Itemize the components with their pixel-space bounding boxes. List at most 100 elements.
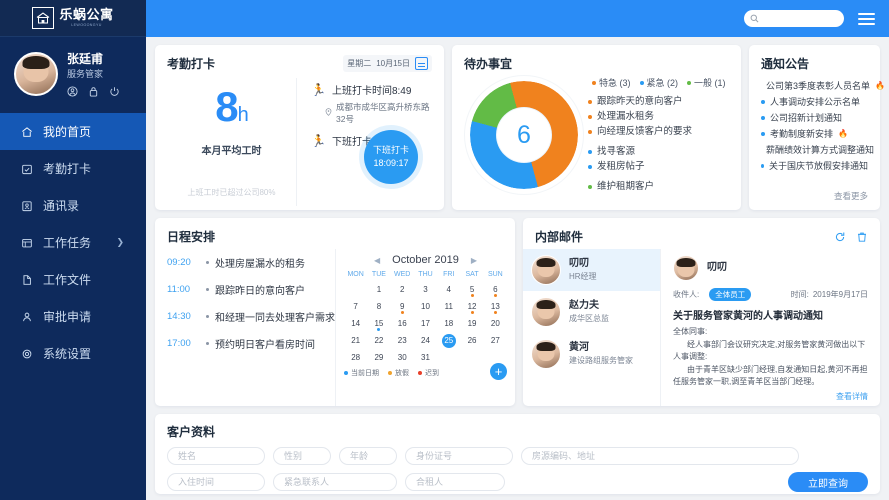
calendar-day[interactable]: 29 [367, 350, 390, 365]
schedule-item[interactable]: 09:20 处理房屋漏水的租务 [167, 255, 335, 270]
legend-late: 迟到 [418, 368, 439, 378]
notice-item[interactable]: 公司招新计划通知 [761, 110, 868, 126]
hot-icon: 🔥 [838, 129, 848, 138]
calendar-day[interactable]: 15 [367, 316, 390, 331]
mail-person-item[interactable]: 赵力夫 成华区总监 [523, 291, 660, 333]
calendar-day[interactable]: 26 [460, 333, 483, 348]
checkin-date-field[interactable] [167, 473, 265, 491]
notice-item[interactable]: 考勤制度新安排 🔥 [761, 126, 868, 142]
gender-field[interactable] [273, 447, 331, 465]
calendar-day[interactable]: 24 [414, 333, 437, 348]
mail-detail-link[interactable]: 查看详情 [836, 391, 868, 402]
brand-name-en: LEWOGONGYU [71, 23, 102, 27]
brand-name-cn: 乐蜗公寓 [59, 7, 114, 22]
schedule-item[interactable]: 17:00 预约明日客户看房时间 [167, 336, 335, 351]
notice-item[interactable]: 关于国庆节放假安排通知 [761, 158, 868, 174]
mail-to-tag: 全体员工 [709, 288, 752, 301]
mail-detail: 叨叨 收件人: 全体员工 时间: 2019年9月17日 关于服务管家黄河的人事调… [661, 249, 880, 406]
calendar-day[interactable]: 27 [484, 333, 507, 348]
calendar-widget: ◀ October 2019 ▶ MON TUE WED THU FRI SAT SUN 1 2… [335, 249, 515, 406]
todo-count: 6 [497, 108, 551, 162]
add-event-button[interactable]: + [490, 363, 507, 380]
notice-item[interactable]: 薪酬绩效计算方式调整通知 [761, 142, 874, 158]
trash-icon[interactable] [856, 231, 868, 243]
calendar-day[interactable]: 19 [460, 316, 483, 331]
id-number-field[interactable] [405, 447, 513, 465]
notice-list: 公司第3季度表彰人员名单 🔥 人事调动安排公示名单 公司招新计划通知 考勤制度新安… [761, 78, 885, 174]
calendar-day[interactable]: 14 [344, 316, 367, 331]
sidebar-item-approval[interactable]: 审批申请 [0, 298, 146, 335]
calendar-day[interactable]: 8 [367, 299, 390, 314]
age-field[interactable] [339, 447, 397, 465]
user-profile[interactable]: 张廷甫 服务管家 [0, 37, 146, 109]
refresh-icon[interactable] [834, 231, 846, 243]
brand-logo[interactable]: 乐蜗公寓 LEWOGONGYU [0, 0, 146, 37]
notice-more-link[interactable]: 查看更多 [834, 190, 868, 202]
calendar-day[interactable]: 30 [391, 350, 414, 365]
calendar-day[interactable]: 13 [484, 299, 507, 314]
calendar-day[interactable]: 9 [391, 299, 414, 314]
todo-item[interactable]: 找寻客源 [588, 144, 729, 159]
calendar-day[interactable]: 21 [344, 333, 367, 348]
property-address-field[interactable] [521, 447, 799, 465]
name-field[interactable] [167, 447, 265, 465]
power-icon[interactable] [109, 86, 120, 97]
lock-icon[interactable] [88, 86, 99, 97]
calendar-day[interactable]: 4 [437, 282, 460, 297]
calendar-day[interactable]: 7 [344, 299, 367, 314]
calendar-day[interactable]: 23 [391, 333, 414, 348]
todo-item[interactable]: 向经理反馈客户的要求 [588, 124, 729, 139]
chevron-right-icon[interactable]: ▶ [471, 256, 477, 265]
sidebar-item-files[interactable]: 工作文件 [0, 261, 146, 298]
sidebar-item-tasks[interactable]: 工作任务 ❯ [0, 224, 146, 261]
calendar-day[interactable]: 10 [414, 299, 437, 314]
calendar-day[interactable]: 18 [437, 316, 460, 331]
mail-person-item[interactable]: 黄河 建设路组服务管家 [523, 333, 660, 375]
calendar-day[interactable]: 2 [391, 282, 414, 297]
calendar-day[interactable]: 12 [460, 299, 483, 314]
calendar-day[interactable]: 28 [344, 350, 367, 365]
todo-item[interactable]: 维护租期客户 [588, 179, 729, 194]
search-input[interactable] [763, 13, 838, 24]
attendance-date[interactable]: 星期二 10月15日 [343, 55, 432, 72]
search-box[interactable] [744, 10, 844, 27]
legend-item: 一般 (1) [687, 76, 726, 89]
punch-time: 18:09:17 [373, 158, 409, 168]
sidebar-item-attendance[interactable]: 考勤打卡 [0, 150, 146, 187]
notice-item[interactable]: 人事调动安排公示名单 [761, 94, 868, 110]
mail-person-item[interactable]: 叨叨 HR经理 [523, 249, 660, 291]
todo-item[interactable]: 处理漏水租务 [588, 109, 729, 124]
sidebar-item-settings[interactable]: 系统设置 [0, 335, 146, 372]
emergency-contact-field[interactable] [273, 473, 397, 491]
calendar-day[interactable]: 17 [414, 316, 437, 331]
punch-out-button[interactable]: 下班打卡 18:09:17 [364, 130, 418, 184]
house-icon [32, 7, 55, 29]
todo-item[interactable]: 跟踪昨天的意向客户 [588, 94, 729, 109]
calendar-day[interactable]: 22 [367, 333, 390, 348]
schedule-card: 日程安排 09:20 处理房屋漏水的租务 11:00 跟踪昨日的意向客户 14:… [155, 218, 515, 406]
schedule-item[interactable]: 14:30 和经理一同去处理客户需求 [167, 309, 335, 324]
user-circle-icon[interactable] [67, 86, 78, 97]
calendar-day[interactable]: 1 [367, 282, 390, 297]
customer-form-row-2: 立即查询 [167, 472, 868, 492]
sidebar-item-home[interactable]: 我的首页 [0, 113, 146, 150]
calendar-legend: 当前日期 放假 迟到 + [344, 363, 507, 380]
notice-item[interactable]: 公司第3季度表彰人员名单 🔥 [761, 78, 885, 94]
schedule-item[interactable]: 11:00 跟踪昨日的意向客户 [167, 282, 335, 297]
task-icon [20, 237, 33, 249]
todo-item[interactable]: 发租房帖子 [588, 159, 729, 174]
calendar-day[interactable]: 20 [484, 316, 507, 331]
roommate-field[interactable] [405, 473, 505, 491]
calendar-day[interactable]: 6 [484, 282, 507, 297]
calendar-day[interactable]: 5 [460, 282, 483, 297]
calendar-day[interactable]: 25 [437, 333, 460, 348]
calendar-icon[interactable] [415, 57, 428, 70]
hamburger-icon[interactable] [858, 12, 875, 25]
sidebar-item-contacts[interactable]: 通讯录 [0, 187, 146, 224]
query-button[interactable]: 立即查询 [788, 472, 868, 492]
calendar-day[interactable]: 3 [414, 282, 437, 297]
chevron-left-icon[interactable]: ◀ [374, 256, 380, 265]
calendar-day[interactable]: 11 [437, 299, 460, 314]
calendar-day[interactable]: 16 [391, 316, 414, 331]
calendar-day[interactable]: 31 [414, 350, 437, 365]
